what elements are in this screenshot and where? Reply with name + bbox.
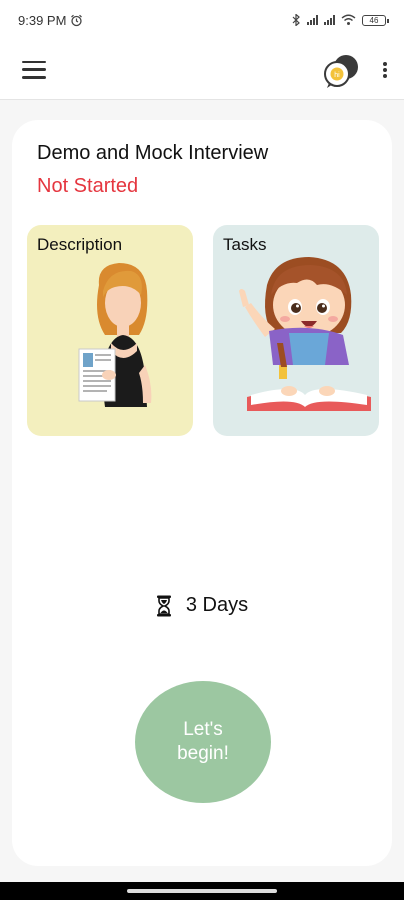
duration-text: 3 Days (185, 594, 249, 616)
signal-icon-2 (324, 15, 335, 25)
hamburger-menu-icon[interactable] (22, 60, 46, 79)
clock-time: 9:39 PM (18, 12, 67, 28)
bluetooth-icon (292, 14, 300, 26)
alarm-icon (71, 14, 83, 26)
interview-card: Demo and Mock Interview Not Started Desc… (12, 120, 392, 866)
tasks-tile-label: Tasks (223, 235, 267, 254)
status-label: Not Started (37, 175, 139, 197)
status-right: 46 (291, 14, 389, 26)
duration-row: 3 Days (12, 594, 392, 617)
hourglass-icon (156, 595, 171, 616)
status-bar: 9:39 PM 46 (0, 0, 404, 40)
chat-bubble-icon[interactable]: hi (322, 50, 362, 90)
tasks-tile[interactable]: Tasks (213, 225, 379, 436)
woman-reading-illustration (78, 263, 152, 407)
signal-icon-1 (307, 15, 318, 25)
app-bar-actions: hi (322, 50, 390, 90)
description-tile[interactable]: Description (27, 225, 193, 436)
card-title: Demo and Mock Interview (37, 142, 269, 164)
home-indicator[interactable] (127, 889, 277, 893)
girl-reading-book-illustration (239, 257, 371, 411)
app-bar: hi (0, 40, 404, 100)
more-vert-icon[interactable] (380, 60, 390, 80)
description-tile-label: Description (37, 235, 123, 254)
battery-icon: 46 (362, 14, 389, 26)
svg-text:hi: hi (334, 72, 340, 79)
status-left: 9:39 PM (18, 13, 83, 28)
begin-button[interactable]: Let's begin! (135, 681, 271, 803)
wifi-icon (341, 14, 356, 25)
